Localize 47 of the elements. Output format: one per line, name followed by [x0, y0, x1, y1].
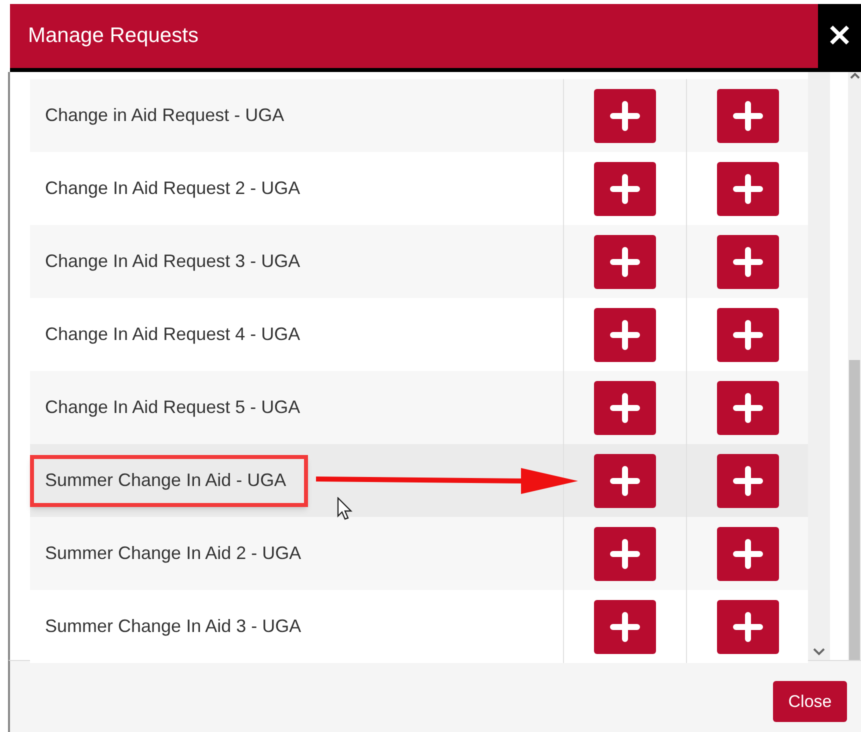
- plus-icon: [610, 392, 640, 422]
- request-name: Summer Change In Aid 2 - UGA: [45, 542, 302, 565]
- add-button[interactable]: [594, 600, 656, 654]
- close-button[interactable]: ✕: [818, 4, 861, 68]
- add-button[interactable]: [594, 88, 656, 142]
- plus-icon: [732, 466, 762, 496]
- request-name: Change In Aid Request 5 - UGA: [45, 396, 300, 419]
- plus-icon: [732, 538, 762, 568]
- scrollbar-thumb[interactable]: [849, 360, 860, 660]
- add-button[interactable]: [594, 380, 656, 434]
- plus-icon: [610, 320, 640, 350]
- plus-icon: [732, 246, 762, 276]
- add-button[interactable]: [716, 380, 778, 434]
- plus-icon: [732, 100, 762, 130]
- add-button[interactable]: [716, 454, 778, 508]
- plus-icon: [610, 246, 640, 276]
- add-button[interactable]: [716, 88, 778, 142]
- plus-icon: [732, 174, 762, 204]
- plus-icon: [732, 392, 762, 422]
- plus-icon: [732, 612, 762, 642]
- dialog-title: Manage Requests: [28, 23, 198, 50]
- add-button[interactable]: [594, 526, 656, 580]
- plus-icon: [610, 538, 640, 568]
- arrow-icon: [316, 465, 578, 495]
- plus-icon: [610, 612, 640, 642]
- add-button[interactable]: [594, 308, 656, 362]
- plus-icon: [732, 320, 762, 350]
- close-button[interactable]: Close: [773, 681, 847, 722]
- plus-icon: [610, 466, 640, 496]
- add-button[interactable]: [594, 162, 656, 216]
- request-name: Change in Aid Request - UGA: [45, 104, 284, 127]
- add-button[interactable]: [594, 234, 656, 288]
- add-button[interactable]: [716, 600, 778, 654]
- add-button[interactable]: [594, 454, 656, 508]
- add-button[interactable]: [716, 234, 778, 288]
- request-name: Change In Aid Request 3 - UGA: [45, 250, 300, 273]
- add-button[interactable]: [716, 526, 778, 580]
- add-button[interactable]: [716, 308, 778, 362]
- request-name: Change In Aid Request 4 - UGA: [45, 323, 300, 346]
- chevron-up-icon: [850, 72, 860, 80]
- request-name: Summer Change In Aid - UGA: [45, 469, 286, 492]
- plus-icon: [610, 174, 640, 204]
- add-button[interactable]: [716, 162, 778, 216]
- request-name: Summer Change In Aid 3 - UGA: [45, 615, 302, 638]
- request-name: Change In Aid Request 2 - UGA: [45, 177, 300, 200]
- plus-icon: [610, 100, 640, 130]
- chevron-down-icon: [813, 648, 825, 656]
